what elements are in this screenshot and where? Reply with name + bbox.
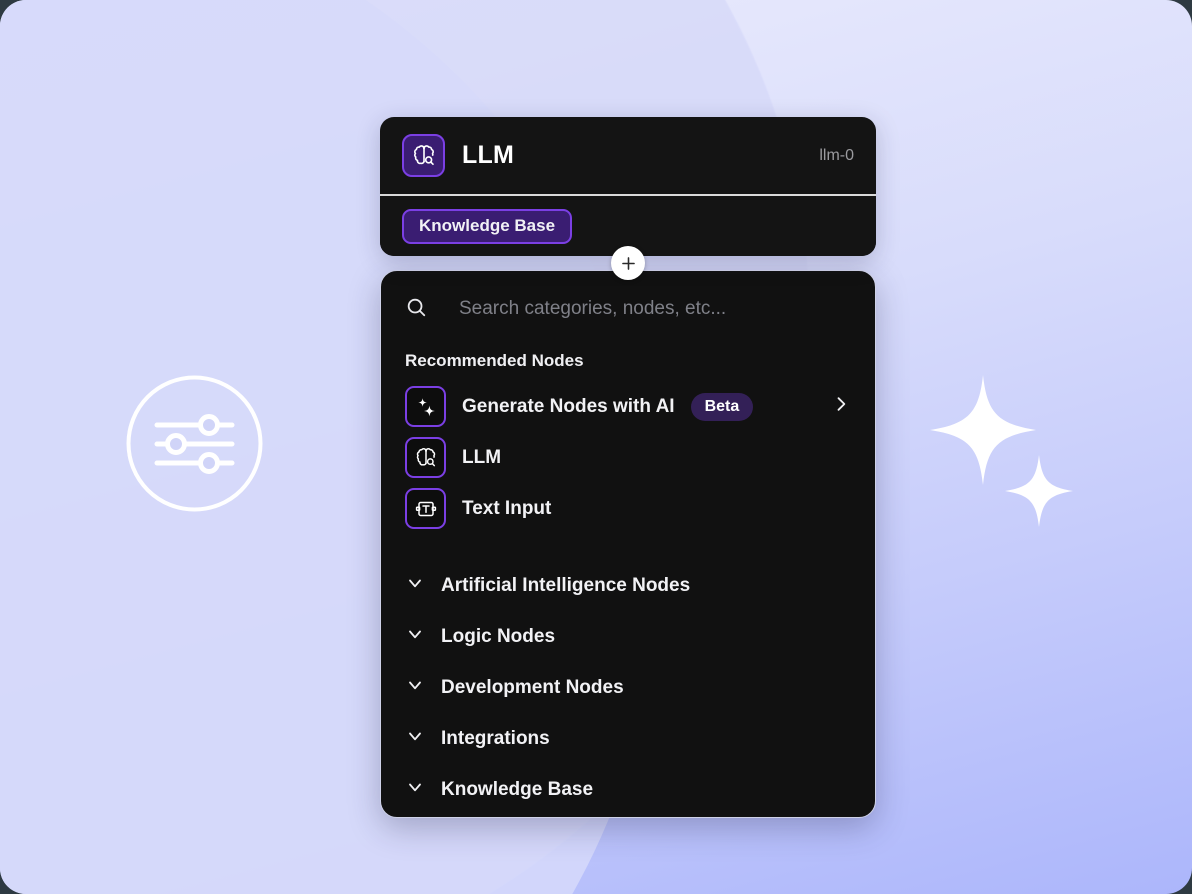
app-canvas: LLM llm-0 Knowledge Base Search categori… bbox=[0, 0, 1192, 894]
page-title: LLM bbox=[462, 141, 514, 169]
category-integrations[interactable]: Integrations bbox=[381, 713, 875, 764]
category-list: Artificial Intelligence Nodes Logic Node… bbox=[381, 560, 875, 815]
llm-node-card[interactable]: LLM llm-0 Knowledge Base bbox=[380, 117, 876, 256]
category-label: Knowledge Base bbox=[441, 778, 594, 800]
category-knowledge-base[interactable]: Knowledge Base bbox=[381, 764, 875, 815]
list-item-generate-nodes-with-ai[interactable]: Generate Nodes with AI Beta bbox=[381, 381, 875, 432]
brain-search-icon bbox=[402, 134, 445, 177]
recommended-nodes-heading: Recommended Nodes bbox=[405, 351, 584, 370]
category-label: Integrations bbox=[441, 727, 550, 749]
search-icon bbox=[405, 296, 427, 323]
handle-knowledge-base[interactable]: Knowledge Base bbox=[402, 208, 573, 244]
sparkle-icon bbox=[1005, 455, 1073, 527]
chevron-down-icon[interactable] bbox=[405, 726, 425, 751]
list-item-label: LLM bbox=[462, 446, 502, 468]
sparkles-icon bbox=[405, 386, 446, 427]
list-item-label: Generate Nodes with AI bbox=[462, 395, 675, 417]
chevron-down-icon[interactable] bbox=[405, 573, 425, 598]
category-label: Artificial Intelligence Nodes bbox=[441, 574, 691, 596]
node-picker-panel: Search categories, nodes, etc... Recomme… bbox=[380, 270, 876, 818]
list-item-llm[interactable]: LLM bbox=[381, 432, 875, 483]
sliders-icon bbox=[126, 375, 263, 512]
chevron-right-icon[interactable] bbox=[831, 394, 851, 419]
node-header: LLM llm-0 bbox=[380, 117, 876, 196]
category-logic-nodes[interactable]: Logic Nodes bbox=[381, 611, 875, 662]
brain-search-icon bbox=[405, 437, 446, 478]
category-label: Development Nodes bbox=[441, 676, 624, 698]
add-node-button[interactable] bbox=[611, 246, 645, 280]
chevron-down-icon[interactable] bbox=[405, 675, 425, 700]
status-badge: Beta bbox=[690, 392, 754, 421]
node-id-label: llm-0 bbox=[819, 146, 854, 164]
search-bar[interactable]: Search categories, nodes, etc... bbox=[381, 271, 875, 347]
chevron-down-icon[interactable] bbox=[405, 624, 425, 649]
list-item-text-input[interactable]: Text Input bbox=[381, 483, 875, 534]
text-input-icon bbox=[405, 488, 446, 529]
category-development-nodes[interactable]: Development Nodes bbox=[381, 662, 875, 713]
search-input[interactable]: Search categories, nodes, etc... bbox=[459, 298, 726, 320]
list-item-label: Text Input bbox=[462, 497, 552, 519]
chevron-down-icon[interactable] bbox=[405, 777, 425, 802]
category-label: Logic Nodes bbox=[441, 625, 556, 647]
category-artificial-intelligence-nodes[interactable]: Artificial Intelligence Nodes bbox=[381, 560, 875, 611]
